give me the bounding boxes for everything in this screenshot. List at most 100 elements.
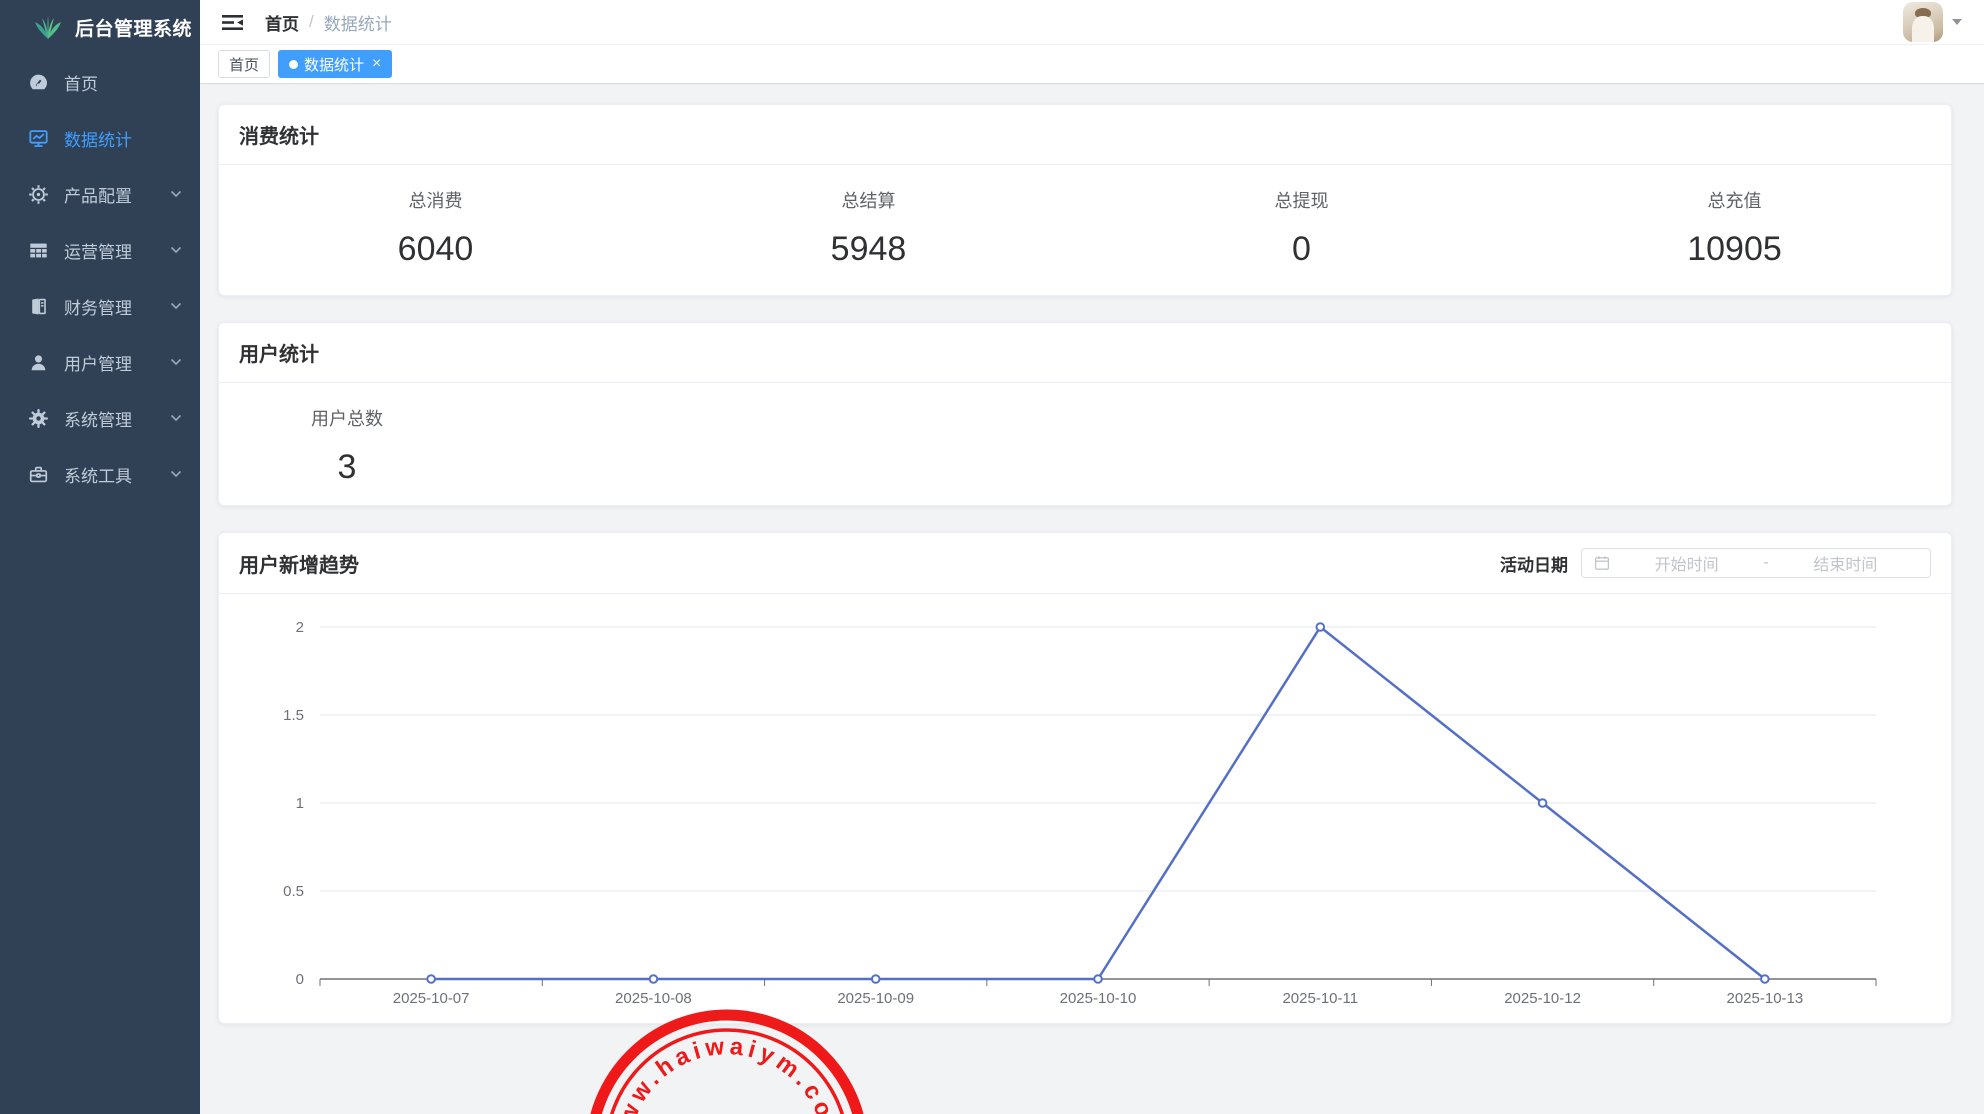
toolbox-icon [26,463,50,485]
sidebar-fold-icon[interactable] [216,8,249,37]
trend-card-header: 用户新增趋势 活动日期 开始时间 - 结束时间 [219,533,1951,594]
stat-total-withdraw: 总提现 0 [1085,187,1518,269]
dashboard-icon [26,71,50,93]
user-icon [26,351,50,373]
stat-label: 总结算 [652,187,1085,213]
sidebar-item-users[interactable]: 用户管理 [0,334,200,390]
ledger-book-icon [26,295,50,317]
sidebar: 后台管理系统 首页 数据统计 [0,0,200,1114]
card-title: 用户新增趋势 [239,549,359,578]
page-content: 消费统计 总消费 6040 总结算 5948 总提现 0 总充值 10905 [200,85,1984,1114]
sidebar-item-stats[interactable]: 数据统计 [0,110,200,166]
user-dropdown[interactable] [1903,2,1962,42]
stat-value: 3 [219,448,475,487]
stat-value: 10905 [1518,230,1951,269]
gear-outline-icon [26,183,50,205]
plant-logo-icon [33,14,63,41]
sidebar-menu: 首页 数据统计 [0,54,200,502]
stamp-inner-ring [606,1030,848,1114]
sidebar-item-operations[interactable]: 运营管理 [0,222,200,278]
chevron-down-icon [170,470,182,478]
sidebar-item-label: 财务管理 [64,294,132,319]
date-range-label: 活动日期 [1500,551,1568,576]
end-date-input[interactable]: 结束时间 [1773,551,1918,575]
chevron-down-icon [170,358,182,366]
date-range-picker[interactable]: 开始时间 - 结束时间 [1581,548,1931,578]
gear-filled-icon [26,407,50,429]
user-trend-card: 用户新增趋势 活动日期 开始时间 - 结束时间 [218,532,1952,1024]
sidebar-item-label: 数据统计 [64,126,132,151]
stat-value: 6040 [219,230,652,269]
tags-view-bar: 首页 数据统计 × [200,44,1984,84]
sidebar-item-product-config[interactable]: 产品配置 [0,166,200,222]
sidebar-item-finance[interactable]: 财务管理 [0,278,200,334]
card-title: 消费统计 [239,120,319,149]
user-stats-card: 用户统计 用户总数 3 [218,322,1952,506]
sidebar-item-label: 系统管理 [64,406,132,431]
stat-total-consume: 总消费 6040 [219,187,652,269]
close-icon[interactable]: × [372,56,381,72]
user-card-header: 用户统计 [219,323,1951,383]
svg-text:0: 0 [296,971,304,988]
top-navbar: 首页 / 数据统计 [200,0,1984,44]
sidebar-item-label: 首页 [64,70,98,95]
stat-user-total: 用户总数 3 [219,405,475,487]
stat-label: 用户总数 [219,405,475,431]
tag-stats[interactable]: 数据统计 × [278,50,392,78]
card-title: 用户统计 [239,338,319,367]
start-date-input[interactable]: 开始时间 [1614,551,1759,575]
tag-label: 首页 [229,54,259,75]
sidebar-item-label: 用户管理 [64,350,132,375]
sidebar-item-label: 运营管理 [64,238,132,263]
sidebar-item-system[interactable]: 系统管理 [0,390,200,446]
svg-text:2025-10-09: 2025-10-09 [837,990,914,1007]
stat-label: 总消费 [219,187,652,213]
svg-text:2: 2 [296,619,304,636]
svg-text:2025-10-10: 2025-10-10 [1060,990,1137,1007]
main-area: 首页 / 数据统计 首页 数据统计 × 消费统计 总消费 60 [200,0,1984,1114]
stat-label: 总充值 [1518,187,1951,213]
consume-card-header: 消费统计 [219,105,1951,165]
avatar[interactable] [1903,2,1943,42]
app-logo[interactable]: 后台管理系统 [0,0,200,54]
trend-header-controls: 活动日期 开始时间 - 结束时间 [1500,548,1931,578]
sidebar-item-label: 产品配置 [64,182,132,207]
breadcrumb-home[interactable]: 首页 [265,10,299,35]
sidebar-item-label: 系统工具 [64,462,132,487]
sidebar-item-home[interactable]: 首页 [0,54,200,110]
breadcrumb-current: 数据统计 [324,10,392,35]
stat-value: 0 [1085,230,1518,269]
svg-text:2025-10-12: 2025-10-12 [1504,990,1581,1007]
sidebar-item-tools[interactable]: 系统工具 [0,446,200,502]
stat-label: 总提现 [1085,187,1518,213]
svg-text:1.5: 1.5 [283,707,304,724]
svg-text:2025-10-13: 2025-10-13 [1726,990,1803,1007]
breadcrumb-separator: / [309,12,314,32]
range-separator: - [1759,554,1772,572]
breadcrumb: 首页 / 数据统计 [265,10,392,35]
svg-text:1: 1 [296,795,304,812]
calendar-icon [1594,555,1610,571]
stat-total-settle: 总结算 5948 [652,187,1085,269]
chevron-down-icon [170,414,182,422]
stamp-top-text: www.haiwaiym.com [608,1033,845,1114]
tag-label: 数据统计 [304,54,364,75]
chevron-down-icon [170,190,182,198]
table-grid-icon [26,239,50,261]
consume-stats-card: 消费统计 总消费 6040 总结算 5948 总提现 0 总充值 10905 [218,104,1952,296]
svg-text:2025-10-08: 2025-10-08 [615,990,692,1007]
active-dot-icon [289,60,298,69]
chevron-down-icon [170,302,182,310]
stat-total-recharge: 总充值 10905 [1518,187,1951,269]
consume-stats-row: 总消费 6040 总结算 5948 总提现 0 总充值 10905 [219,165,1951,297]
caret-down-icon [1952,19,1962,25]
svg-text:0.5: 0.5 [283,883,304,900]
stat-value: 5948 [652,230,1085,269]
line-chart: 0 0.5 1 1.5 2 2025-10-07 2025-10-08 2025-10-09 2… [219,599,1953,1029]
stats-board-icon [26,127,50,149]
tag-home[interactable]: 首页 [218,50,270,78]
app-title: 后台管理系统 [75,14,192,41]
svg-text:2025-10-11: 2025-10-11 [1282,990,1358,1007]
svg-text:2025-10-07: 2025-10-07 [393,990,470,1007]
trend-chart: 0 0.5 1 1.5 2 2025-10-07 2025-10-08 2025-10-09 2… [219,594,1951,1034]
